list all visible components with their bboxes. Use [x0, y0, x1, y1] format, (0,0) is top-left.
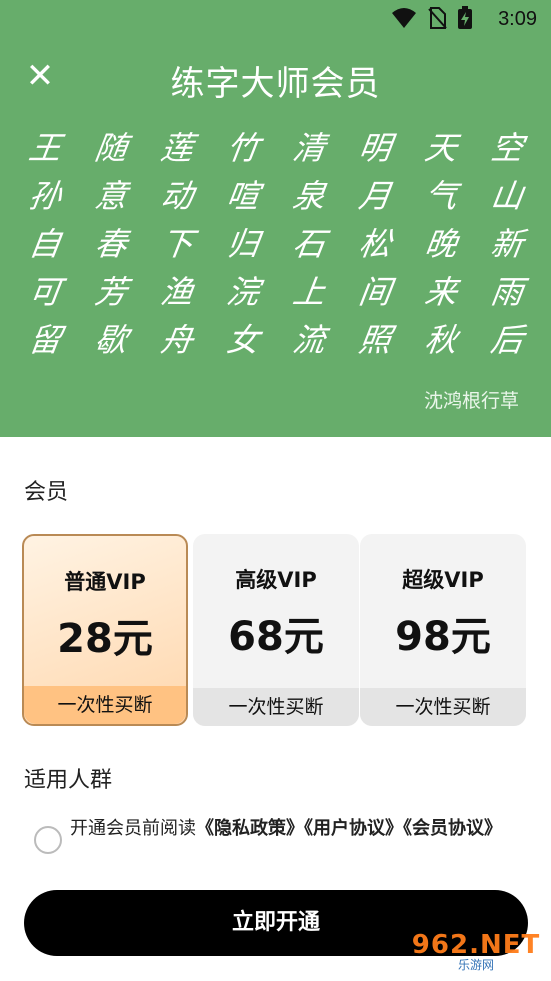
user-agreement-link[interactable]: 《用户协议》: [304, 818, 403, 839]
calligraphy-char: 女: [224, 321, 262, 359]
calligraphy-char: 自: [26, 225, 64, 263]
agree-radio[interactable]: [34, 826, 62, 854]
privacy-policy-link[interactable]: 《隐私政策》: [196, 818, 304, 839]
title-bar: ✕ 练字大师会员: [0, 50, 551, 110]
plan-price: 68元: [228, 614, 324, 660]
calligraphy-char: 空: [488, 129, 526, 167]
calligraphy-char: 喧: [224, 177, 262, 215]
calligraphy-char: 莲: [158, 129, 196, 167]
header-banner: 3:09 ✕ 练字大师会员 王随莲竹清明天空孙意动喧泉月气山自春下归石松晚新可芳…: [0, 0, 551, 437]
calligraphy-char: 春: [92, 225, 130, 263]
calligraphy-char: 明: [356, 129, 394, 167]
calligraphy-char: 后: [488, 321, 526, 359]
calligraphy-char: 流: [290, 321, 328, 359]
member-agreement-link[interactable]: 《会员协议》: [403, 818, 502, 839]
calligraphy-char: 松: [356, 225, 394, 263]
plan-card-super[interactable]: 超级VIP 98元 一次性买断: [360, 534, 526, 726]
calligraphy-char: 泉: [290, 177, 328, 215]
site-watermark: 962.NET 乐游网: [411, 930, 541, 974]
watermark-sub: 乐游网: [457, 958, 494, 972]
plan-name: 高级VIP: [235, 568, 317, 592]
battery-charging-icon: [458, 6, 472, 29]
audience-section-title: 适用人群: [24, 768, 113, 793]
calligraphy-char: 清: [290, 129, 328, 167]
calligraphy-char: 渔: [158, 273, 196, 311]
calligraphy-char: 上: [290, 273, 328, 311]
calligraphy-attribution: 沈鸿根行草: [423, 390, 519, 412]
page-title: 练字大师会员: [170, 64, 381, 104]
calligraphy-char: 月: [356, 177, 394, 215]
clock: 3:09: [498, 8, 537, 30]
calligraphy-char: 山: [488, 177, 526, 215]
status-icons: [391, 6, 473, 30]
calligraphy-char: 下: [158, 225, 196, 263]
calligraphy-char: 来: [422, 273, 460, 311]
calligraphy-char: 王: [26, 129, 64, 167]
plan-name: 普通VIP: [64, 570, 146, 594]
calligraphy-char: 孙: [26, 177, 64, 215]
calligraphy-char: 留: [26, 321, 64, 359]
calligraphy-char: 可: [26, 273, 64, 311]
calligraphy-char: 随: [92, 129, 130, 167]
calligraphy-char: 竹: [224, 129, 262, 167]
plan-note: 一次性买断: [24, 686, 186, 724]
wifi-icon: [392, 8, 416, 28]
calligraphy-char: 间: [356, 273, 394, 311]
plan-price: 28元: [57, 616, 153, 662]
plan-price: 98元: [395, 614, 491, 660]
status-bar: 3:09: [0, 0, 551, 36]
calligraphy-char: 天: [422, 129, 460, 167]
plan-note: 一次性买断: [360, 688, 526, 726]
calligraphy-char: 雨: [488, 273, 526, 311]
watermark-main: 962.NET: [411, 930, 541, 960]
calligraphy-char: 气: [422, 177, 460, 215]
plan-card-advanced[interactable]: 高级VIP 68元 一次性买断: [193, 534, 359, 726]
calligraphy-grid: 王随莲竹清明天空孙意动喧泉月气山自春下归石松晚新可芳渔浣上间来雨留歇舟女流照秋后: [12, 124, 540, 364]
calligraphy-char: 秋: [422, 321, 460, 359]
calligraphy-char: 芳: [92, 273, 130, 311]
membership-section-title: 会员: [24, 480, 69, 505]
plan-note: 一次性买断: [193, 688, 359, 726]
calligraphy-char: 舟: [158, 321, 196, 359]
calligraphy-char: 石: [290, 225, 328, 263]
agreement-text: 开通会员前阅读《隐私政策》《用户协议》《会员协议》: [70, 816, 535, 842]
agreement-prefix: 开通会员前阅读: [70, 818, 196, 839]
plan-card-basic[interactable]: 普通VIP 28元 一次性买断: [22, 534, 188, 726]
calligraphy-char: 照: [356, 321, 394, 359]
calligraphy-char: 晚: [422, 225, 460, 263]
calligraphy-char: 新: [488, 225, 526, 263]
plan-name: 超级VIP: [402, 568, 484, 592]
calligraphy-char: 归: [224, 225, 262, 263]
calligraphy-char: 动: [158, 177, 196, 215]
no-sim-icon: [428, 7, 447, 29]
calligraphy-char: 歇: [92, 321, 130, 359]
calligraphy-char: 浣: [224, 273, 262, 311]
calligraphy-char: 意: [92, 177, 130, 215]
plan-options: 普通VIP 28元 一次性买断 高级VIP 68元 一次性买断 超级VIP 98…: [22, 534, 530, 726]
